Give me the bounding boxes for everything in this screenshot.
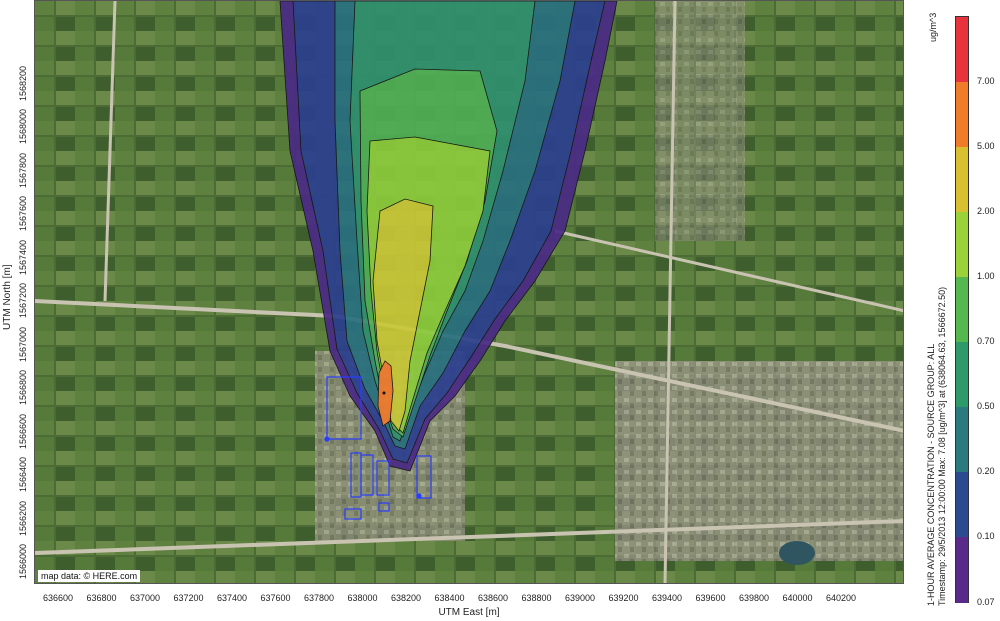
legend-swatch xyxy=(956,537,968,603)
x-tick-label: 637200 xyxy=(173,593,204,603)
legend-swatch xyxy=(956,212,968,278)
y-tick-label: 1568200 xyxy=(18,65,28,101)
x-tick-label: 638000 xyxy=(347,593,378,603)
y-tick-label: 1566400 xyxy=(18,456,28,492)
source-point xyxy=(416,493,422,499)
legend-level-label: 1.00 xyxy=(977,271,995,281)
legend-swatch xyxy=(956,277,968,343)
y-tick-label: 1566000 xyxy=(18,543,28,579)
y-tick-label: 1567600 xyxy=(18,195,28,231)
y-axis-title: UTM North [m] xyxy=(2,264,13,330)
x-tick-label: 637600 xyxy=(260,593,291,603)
x-tick-label: 636800 xyxy=(86,593,117,603)
x-tick-label: 637400 xyxy=(216,593,248,603)
map-canvas[interactable] xyxy=(35,1,904,584)
caption-line-1: 1-HOUR AVERAGE CONCENTRATION - SOURCE GR… xyxy=(926,343,936,606)
x-tick-label: 637000 xyxy=(129,593,161,603)
map-caption: 1-HOUR AVERAGE CONCENTRATION - SOURCE GR… xyxy=(926,287,948,606)
caption-line-2: Timestamp: 29/5/2013 12:00:00 Max: 7.08 … xyxy=(937,286,947,606)
map-panel[interactable] xyxy=(34,0,904,584)
source-point xyxy=(324,436,330,442)
x-axis-title: UTM East [m] xyxy=(438,607,500,618)
y-tick-label: 1567400 xyxy=(18,239,28,275)
legend-swatch xyxy=(956,147,968,213)
legend-swatch xyxy=(956,342,968,408)
x-tick-label: 639600 xyxy=(695,593,726,603)
urban-area-northeast xyxy=(655,1,745,241)
legend-unit: ug/m^3 xyxy=(928,12,938,42)
x-tick-label: 636600 xyxy=(42,593,74,603)
y-tick-label: 1567000 xyxy=(18,326,28,362)
y-tick-label: 1566200 xyxy=(18,500,28,536)
legend-level-label: 0.50 xyxy=(977,401,995,411)
x-tick-label: 639400 xyxy=(651,593,683,603)
plume-contour-5.00 xyxy=(377,360,394,427)
legend-swatch xyxy=(956,472,968,538)
legend-level-label: 0.70 xyxy=(977,336,995,346)
legend-swatch xyxy=(956,407,968,473)
y-tick-label: 1566600 xyxy=(18,413,28,449)
x-tick-label: 639000 xyxy=(564,593,596,603)
legend-level-label: 7.00 xyxy=(977,76,995,86)
x-tick-label: 639800 xyxy=(738,593,770,603)
y-tick-label: 1568000 xyxy=(18,108,28,144)
x-tick-label: 637800 xyxy=(303,593,335,603)
legend-level-label: 0.20 xyxy=(977,466,995,476)
x-tick-label: 638800 xyxy=(521,593,552,603)
x-tick-label: 638400 xyxy=(434,593,465,603)
y-tick-label: 1566800 xyxy=(18,369,28,405)
map-attribution: map data: © HERE.com xyxy=(38,570,141,582)
x-tick-label: 640200 xyxy=(825,593,857,603)
x-tick-label: 638200 xyxy=(390,593,422,603)
legend-swatch xyxy=(956,82,968,148)
max-concentration-marker xyxy=(382,391,386,395)
y-tick-label: 1567200 xyxy=(18,282,28,318)
y-tick-label: 1567800 xyxy=(18,152,28,188)
x-tick-label: 638600 xyxy=(477,593,509,603)
legend-level-label: 2.00 xyxy=(977,206,995,216)
x-tick-label: 639200 xyxy=(608,593,639,603)
legend-level-label: 0.10 xyxy=(977,531,995,541)
legend-swatch xyxy=(956,17,968,83)
legend-level-label: 0.07 xyxy=(977,597,995,607)
legend-level-label: 5.00 xyxy=(977,141,995,151)
x-tick-label: 640000 xyxy=(782,593,813,603)
legend-colorbar xyxy=(955,16,969,603)
pond xyxy=(779,541,815,565)
